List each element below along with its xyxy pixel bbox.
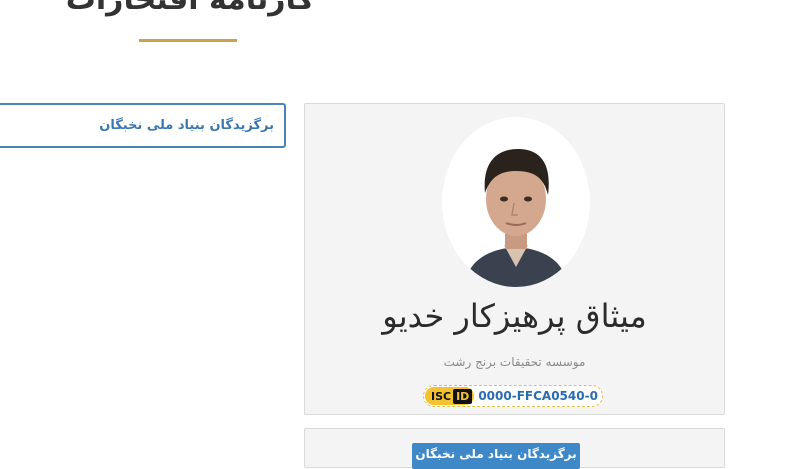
title-underline bbox=[139, 39, 237, 42]
page-title: کارنامه افتخارات bbox=[60, 0, 320, 20]
institution-name: موسسه تحقیقات برنج رشت bbox=[443, 355, 586, 369]
award-category-tab[interactable]: برگزیدگان بنیاد ملی نخبگان bbox=[0, 103, 286, 148]
isc-id-logo-icon: ISC ID bbox=[425, 387, 475, 405]
avatar bbox=[442, 117, 590, 287]
award-category-label: برگزیدگان بنیاد ملی نخبگان bbox=[99, 118, 274, 133]
award-card: برگزیدگان بنیاد ملی نخبگان bbox=[304, 428, 725, 469]
person-name: میثاق پرهیزکار خدیو bbox=[382, 297, 647, 335]
award-category-button[interactable]: برگزیدگان بنیاد ملی نخبگان bbox=[412, 443, 580, 469]
isc-logo-text: ISC bbox=[431, 389, 452, 403]
isc-id-code[interactable]: 0000-FFCA0540-0 bbox=[478, 389, 598, 403]
id-logo-text: ID bbox=[453, 388, 473, 404]
isc-id-badge[interactable]: ISC ID 0000-FFCA0540-0 bbox=[423, 385, 603, 407]
person-photo-icon bbox=[442, 117, 590, 287]
profile-card: میثاق پرهیزکار خدیو موسسه تحقیقات برنج ر… bbox=[304, 103, 725, 415]
